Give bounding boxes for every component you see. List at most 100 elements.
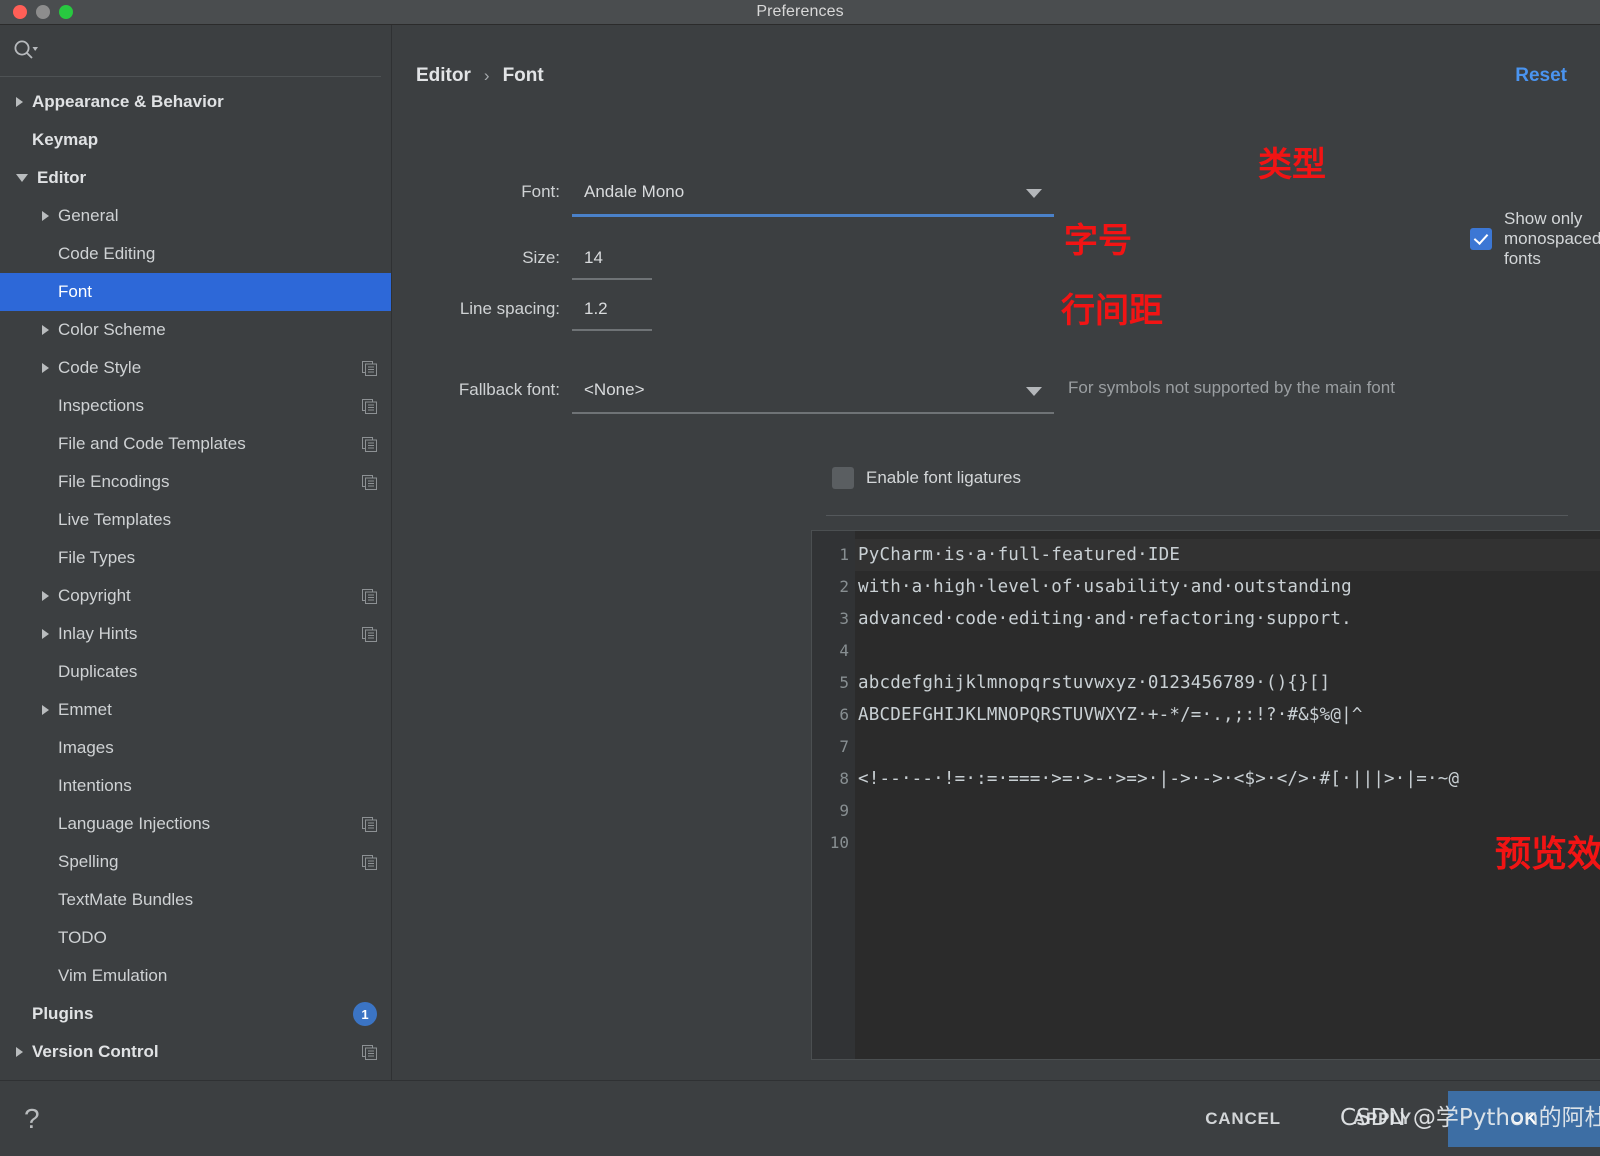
chevron-right-icon[interactable] bbox=[42, 629, 49, 639]
ligatures-label: Enable font ligatures bbox=[866, 468, 1021, 487]
sidebar-item-duplicates[interactable]: Duplicates bbox=[0, 653, 391, 691]
line-spacing-field[interactable]: 1.2 bbox=[572, 294, 652, 331]
font-combobox[interactable]: Andale Mono bbox=[572, 177, 1054, 217]
size-row: Size: 14 bbox=[392, 243, 1600, 280]
fallback-font-value: <None> bbox=[584, 380, 645, 399]
sidebar-item-appearance-behavior[interactable]: Appearance & Behavior bbox=[0, 83, 391, 121]
sidebar-item-file-and-code-templates[interactable]: File and Code Templates bbox=[0, 425, 391, 463]
sidebar-item-live-templates[interactable]: Live Templates bbox=[0, 501, 391, 539]
fallback-font-row: Fallback font: <None> For symbols not su… bbox=[392, 375, 1600, 414]
sidebar-item-label: Editor bbox=[37, 168, 87, 187]
line-number: 1 bbox=[812, 539, 849, 571]
sidebar-item-textmate-bundles[interactable]: TextMate Bundles bbox=[0, 881, 391, 919]
chevron-right-icon[interactable] bbox=[42, 211, 49, 221]
sidebar-item-label: File and Code Templates bbox=[58, 434, 246, 453]
line-number: 6 bbox=[839, 705, 849, 724]
code-line: abcdefghijklmnopqrstuvwxyz·0123456789·()… bbox=[858, 673, 1331, 693]
chevron-right-icon[interactable] bbox=[42, 363, 49, 373]
copy-settings-icon[interactable] bbox=[362, 360, 377, 376]
apply-button[interactable]: APPLY bbox=[1317, 1109, 1448, 1129]
cancel-button[interactable]: CANCEL bbox=[1169, 1109, 1317, 1129]
chevron-right-icon[interactable] bbox=[42, 705, 49, 715]
sidebar-item-label: Font bbox=[58, 282, 93, 301]
sidebar-item-file-encodings[interactable]: File Encodings bbox=[0, 463, 391, 501]
sidebar-item-inspections[interactable]: Inspections bbox=[0, 387, 391, 425]
copy-settings-icon[interactable] bbox=[362, 1044, 377, 1060]
sidebar-item-label: Inlay Hints bbox=[58, 624, 138, 643]
sidebar-item-editor[interactable]: Editor bbox=[0, 159, 391, 197]
sidebar-item-code-editing[interactable]: Code Editing bbox=[0, 235, 391, 273]
ok-button[interactable]: OK bbox=[1448, 1091, 1600, 1147]
chevron-right-icon[interactable] bbox=[16, 97, 23, 107]
font-settings-form: Font: Andale Mono Show only monospaced f… bbox=[392, 87, 1600, 556]
sidebar-item-copyright[interactable]: Copyright bbox=[0, 577, 391, 615]
copy-settings-icon[interactable] bbox=[362, 474, 377, 490]
sidebar-item-emmet[interactable]: Emmet bbox=[0, 691, 391, 729]
copy-settings-icon[interactable] bbox=[362, 436, 377, 452]
help-button[interactable]: ? bbox=[0, 1103, 40, 1135]
line-number: 9 bbox=[839, 801, 849, 820]
sidebar-search-row[interactable] bbox=[0, 25, 381, 77]
line-number: 2 bbox=[839, 577, 849, 596]
sidebar-item-code-style[interactable]: Code Style bbox=[0, 349, 391, 387]
editor-code-area[interactable]: PyCharm·is·a·full-featured·IDE with·a·hig… bbox=[855, 531, 1600, 1059]
search-icon bbox=[12, 38, 38, 64]
fallback-font-label: Fallback font: bbox=[458, 380, 560, 399]
sidebar-item-label: Keymap bbox=[32, 130, 99, 149]
chevron-right-icon: › bbox=[483, 66, 490, 85]
chevron-down-icon[interactable] bbox=[1026, 189, 1042, 198]
sidebar-item-inlay-hints[interactable]: Inlay Hints bbox=[0, 615, 391, 653]
sidebar-item-label: Plugins bbox=[32, 1004, 94, 1023]
sidebar-item-version-control[interactable]: Version Control bbox=[0, 1033, 391, 1071]
copy-settings-icon[interactable] bbox=[362, 626, 377, 642]
settings-tree: Appearance & Behavior Keymap Editor General… bbox=[0, 77, 391, 1071]
ligatures-checkbox-row[interactable]: Enable font ligatures bbox=[832, 467, 1021, 489]
ligatures-checkbox[interactable] bbox=[832, 467, 854, 489]
window-title: Preferences bbox=[756, 3, 844, 20]
size-value: 14 bbox=[584, 248, 603, 267]
reset-link[interactable]: Reset bbox=[1515, 65, 1567, 87]
fallback-font-underline bbox=[572, 412, 1054, 414]
sidebar-item-spelling[interactable]: Spelling bbox=[0, 843, 391, 881]
copy-settings-icon[interactable] bbox=[362, 854, 377, 870]
search-input[interactable] bbox=[38, 42, 381, 59]
line-number: 4 bbox=[839, 641, 849, 660]
sidebar-item-vim-emulation[interactable]: Vim Emulation bbox=[0, 957, 391, 995]
sidebar-item-label: Copyright bbox=[58, 586, 131, 605]
fallback-font-combobox[interactable]: <None> bbox=[572, 375, 1054, 414]
chevron-right-icon[interactable] bbox=[42, 325, 49, 335]
breadcrumb-root[interactable]: Editor bbox=[416, 65, 471, 87]
code-line: ABCDEFGHIJKLMNOPQRSTUVWXYZ·+-*/=·.,;:!?·… bbox=[858, 705, 1363, 725]
sidebar-item-font[interactable]: Font bbox=[0, 273, 391, 311]
copy-settings-icon[interactable] bbox=[362, 398, 377, 414]
chevron-down-icon[interactable] bbox=[1026, 387, 1042, 396]
breadcrumb: Editor › Font bbox=[392, 25, 1600, 87]
sidebar-item-plugins[interactable]: Plugins 1 bbox=[0, 995, 391, 1033]
sidebar-item-label: Emmet bbox=[58, 700, 112, 719]
window-body: Appearance & Behavior Keymap Editor General… bbox=[0, 25, 1600, 1080]
copy-settings-icon[interactable] bbox=[362, 816, 377, 832]
code-line: <!--·--·!=·:=·===·>=·>-·>=>·|->·->·<$>·<… bbox=[858, 769, 1460, 789]
font-preview-editor[interactable]: 1 2 3 4 5 6 7 8 9 10 PyCharm·is·a·full-featured·I… bbox=[811, 530, 1600, 1060]
sidebar-item-label: General bbox=[58, 206, 119, 225]
sidebar-item-language-injections[interactable]: Language Injections bbox=[0, 805, 391, 843]
size-field[interactable]: 14 bbox=[572, 243, 652, 280]
footer-buttons: CANCEL APPLY OK bbox=[1169, 1081, 1600, 1156]
sidebar-item-images[interactable]: Images bbox=[0, 729, 391, 767]
sidebar-item-intentions[interactable]: Intentions bbox=[0, 767, 391, 805]
settings-sidebar: Appearance & Behavior Keymap Editor General… bbox=[0, 25, 392, 1080]
line-number: 8 bbox=[839, 769, 849, 788]
sidebar-item-general[interactable]: General bbox=[0, 197, 391, 235]
sidebar-item-color-scheme[interactable]: Color Scheme bbox=[0, 311, 391, 349]
sidebar-item-file-types[interactable]: File Types bbox=[0, 539, 391, 577]
sidebar-item-todo[interactable]: TODO bbox=[0, 919, 391, 957]
chevron-right-icon[interactable] bbox=[16, 1047, 23, 1057]
copy-settings-icon[interactable] bbox=[362, 588, 377, 604]
sidebar-item-label: Intentions bbox=[58, 776, 132, 795]
sidebar-item-keymap[interactable]: Keymap bbox=[0, 121, 391, 159]
plugins-update-badge: 1 bbox=[353, 1002, 377, 1026]
chevron-right-icon[interactable] bbox=[42, 591, 49, 601]
chevron-down-icon[interactable] bbox=[16, 174, 28, 182]
